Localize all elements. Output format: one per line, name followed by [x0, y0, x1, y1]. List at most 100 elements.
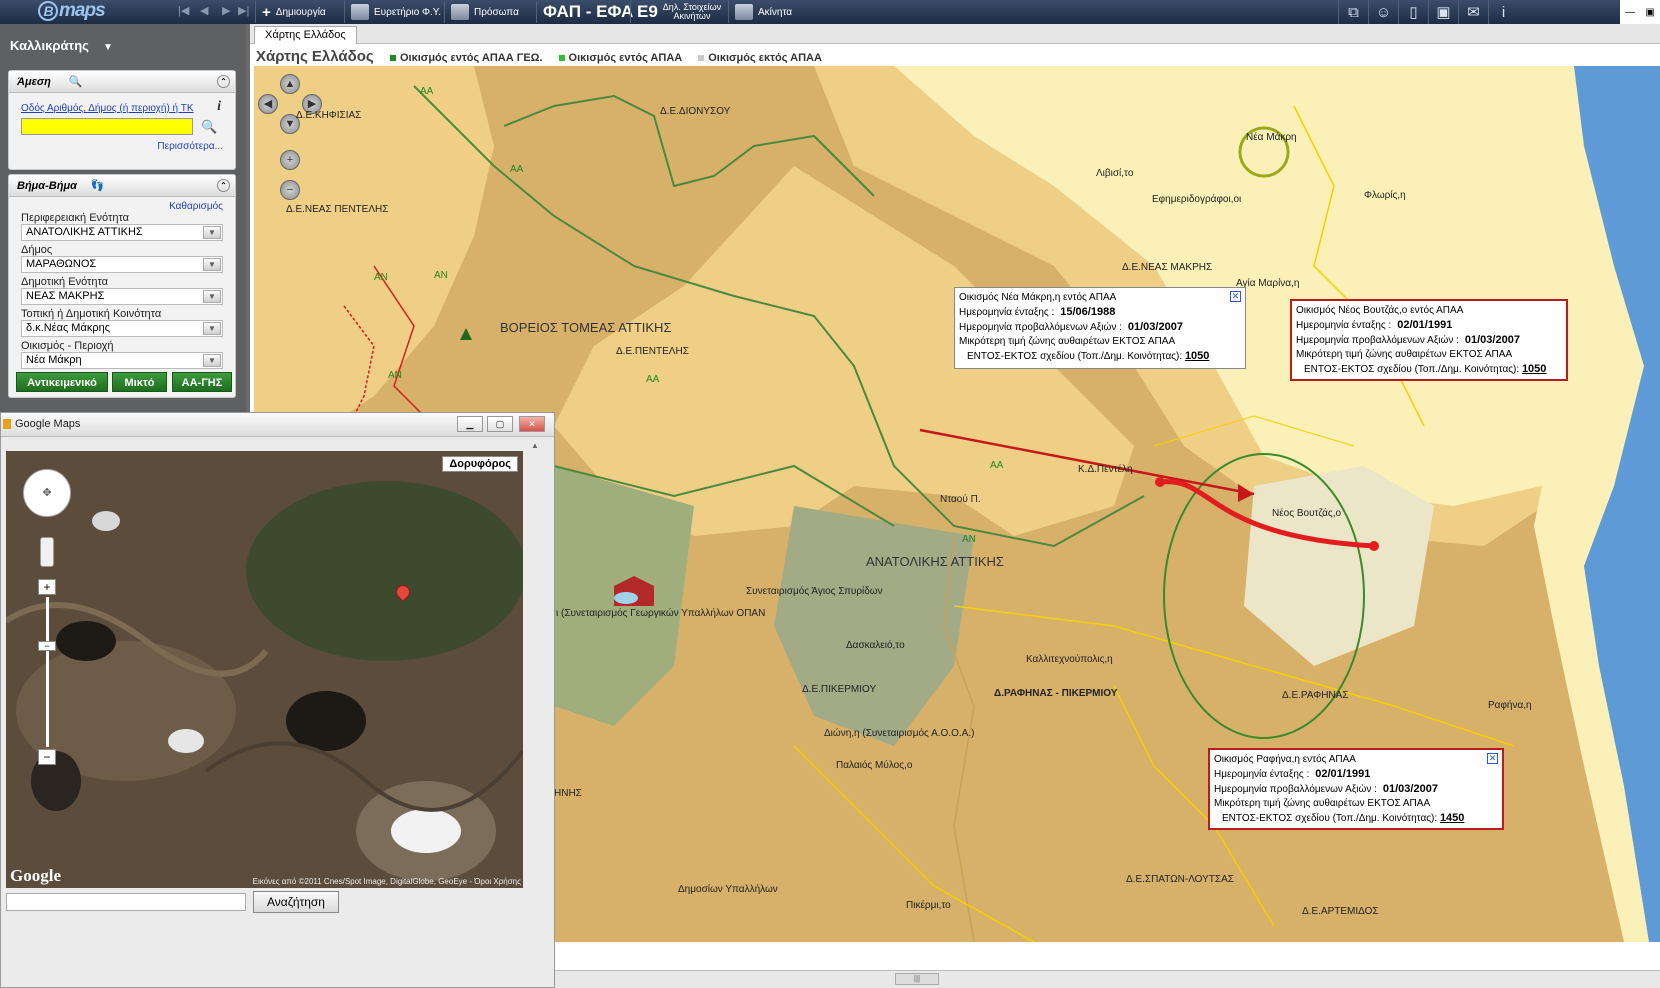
- restore-icon[interactable]: ▣: [1645, 7, 1654, 18]
- person-icon: [451, 4, 469, 20]
- step-title: Βήμα-Βήμα: [17, 180, 77, 192]
- mixed-button[interactable]: Μικτό: [112, 372, 167, 392]
- nav-next-icon[interactable]: ▶: [222, 4, 230, 17]
- close-icon[interactable]: ✕: [1230, 291, 1241, 302]
- region-label: Καλλικράτης: [10, 38, 89, 53]
- street-view-pegman-icon[interactable]: [40, 537, 54, 567]
- satellite-view[interactable]: ✥ + − − Δορυφόρος Google Εικόνες από ©20…: [6, 451, 523, 888]
- settlement-marker[interactable]: ΑΑ: [510, 164, 523, 175]
- pan-left-icon[interactable]: ◀: [258, 94, 278, 114]
- popup-label: ΕΝΤΟΣ-ΕΚΤΟΣ σχεδίου (Τοπ./Δημ. Κοινότητα…: [1222, 813, 1438, 824]
- close-icon[interactable]: ✕: [519, 416, 545, 432]
- settlement-marker[interactable]: ΑΑ: [646, 374, 659, 385]
- settlement-marker[interactable]: ΑΑ: [420, 86, 433, 97]
- scrollbar-thumb[interactable]: |||: [895, 973, 939, 985]
- persons-button[interactable]: Πρόσωπα: [444, 1, 525, 23]
- index-button[interactable]: Ευρετήριο Φ.Υ.: [344, 1, 447, 23]
- field-label: Τοπική ή Δημοτική Κοινότητα: [21, 308, 162, 320]
- more-link[interactable]: Περισσότερα...: [21, 141, 223, 152]
- map-label: Συνεταιρισμός Άγιος Σπυρίδων: [746, 586, 883, 597]
- zoom-slider-thumb[interactable]: −: [38, 641, 56, 651]
- minimize-icon[interactable]: ▁: [457, 416, 483, 432]
- map-tab-row: Χάρτης Ελλάδος: [250, 24, 1660, 44]
- windows-icon[interactable]: ⧉: [1338, 0, 1368, 24]
- direct-search-hint-link[interactable]: Οδός Αριθμός, Δήμος (ή περιοχή) ή ΤΚ: [21, 103, 235, 114]
- popup-price: 1050: [1184, 350, 1210, 362]
- properties-button[interactable]: Ακίνητα: [728, 1, 818, 23]
- aa-gis-button[interactable]: ΑΑ-ΓΗΣ: [172, 372, 232, 392]
- map-label: Δ.Ε.ΡΑΦΗΝΑΣ: [1282, 690, 1349, 701]
- legend-swatch: [698, 55, 705, 62]
- map-title: Χάρτης Ελλάδος: [256, 48, 374, 65]
- popup-value: 02/01/1991: [1315, 768, 1371, 780]
- zoom-in-icon[interactable]: +: [38, 579, 56, 595]
- search-button-icon[interactable]: 🔍: [201, 119, 217, 135]
- map-label: ΗΝΗΣ: [554, 788, 582, 799]
- house-icon: [735, 4, 753, 20]
- popup-label: Ημερομηνία προβαλλόμενων Αξιών :: [1296, 335, 1459, 346]
- scroll-up-icon[interactable]: ▲: [531, 441, 539, 450]
- plus-icon: +: [262, 3, 271, 21]
- nav-prev-icon[interactable]: ◀: [200, 4, 208, 17]
- pan-up-icon[interactable]: ▲: [280, 74, 300, 94]
- monitor-icon[interactable]: ▣: [1428, 0, 1458, 24]
- community-select[interactable]: δ.κ.Νέας Μάκρης ▼: [21, 320, 223, 337]
- pan-control[interactable]: ✥: [23, 469, 71, 517]
- nav-first-icon[interactable]: |◀: [178, 4, 189, 17]
- copyright-text: Εικόνες από ©2011 Cnes/Spot Image, Digit…: [252, 877, 521, 886]
- users-icon[interactable]: ☺: [1368, 0, 1398, 24]
- zoom-in-icon[interactable]: +: [280, 150, 300, 170]
- minimize-icon[interactable]: —: [1625, 7, 1635, 18]
- close-icon[interactable]: ✕: [1487, 753, 1498, 764]
- direct-search-header[interactable]: Άμεση 🔍 ⌃: [9, 71, 235, 93]
- settlement-select[interactable]: Νέα Μάκρη ▼: [21, 352, 223, 369]
- google-search-button[interactable]: Αναζήτηση: [253, 891, 339, 913]
- settlement-marker[interactable]: ΑΝ: [434, 270, 448, 281]
- tab-greece-map[interactable]: Χάρτης Ελλάδος: [254, 26, 357, 44]
- settlement-marker[interactable]: ΑΝ: [388, 370, 402, 381]
- popup-value: 02/01/1991: [1397, 319, 1453, 331]
- popup-value: 01/03/2007: [1382, 783, 1438, 795]
- fap-button[interactable]: ΦΑΠ - ΕΦΑ: [536, 1, 639, 23]
- info-icon[interactable]: i: [217, 99, 221, 115]
- zoom-slider[interactable]: [46, 597, 49, 747]
- e9-button[interactable]: Ε9 Δηλ. Στοιχείων Ακινήτων: [630, 1, 727, 23]
- map-label: Πικέρμι,το: [906, 900, 951, 911]
- map-label: Εφημεριδογράφοι,οι: [1152, 194, 1242, 205]
- settlement-marker[interactable]: ΑΑ: [990, 460, 1003, 471]
- collapse-icon[interactable]: ⌃: [217, 179, 230, 192]
- google-maps-titlebar[interactable]: Google Maps ▁ ▢ ✕: [1, 413, 554, 437]
- maximize-icon[interactable]: ▢: [487, 416, 513, 432]
- info-icon[interactable]: i: [1488, 0, 1518, 24]
- direct-search-panel: Άμεση 🔍 ⌃ Οδός Αριθμός, Δήμος (ή περιοχή) …: [8, 70, 236, 170]
- legend-swatch: [558, 55, 565, 62]
- zoom-out-icon[interactable]: −: [280, 180, 300, 200]
- map-label: Δ.Ε.ΝΕΑΣ ΠΕΝΤΕΛΗΣ: [286, 204, 389, 215]
- satellite-toggle-button[interactable]: Δορυφόρος: [442, 456, 518, 472]
- collapse-icon[interactable]: ⌃: [217, 75, 230, 88]
- municipality-select[interactable]: ΜΑΡΑΘΩΝΟΣ ▼: [21, 256, 223, 273]
- objective-button[interactable]: Αντικειμενικό: [16, 372, 108, 392]
- google-search-input[interactable]: [6, 893, 246, 911]
- google-logo: Google: [10, 866, 61, 885]
- chevron-down-icon: ▼: [203, 290, 221, 303]
- popup-label: Μικρότερη τιμή ζώνης αυθαιρέτων ΕΚΤΟΣ ΑΠ…: [1296, 349, 1513, 360]
- legend-label: Οικισμός εντός ΑΠΑΑ ΓΕΩ.: [400, 52, 543, 64]
- settlement-marker[interactable]: ΑΝ: [962, 534, 976, 545]
- document-icon[interactable]: ▯: [1398, 0, 1428, 24]
- settlement-marker[interactable]: ΑΝ: [374, 272, 388, 283]
- regional-unit-select[interactable]: ΑΝΑΤΟΛΙΚΗΣ ΑΤΤΙΚΗΣ ▼: [21, 224, 223, 241]
- mail-icon[interactable]: ✉: [1458, 0, 1488, 24]
- direct-search-input[interactable]: [21, 118, 193, 135]
- map-label: Δημοσίων Υπαλλήλων: [678, 884, 778, 895]
- nav-last-icon[interactable]: ▶|: [238, 4, 249, 17]
- create-button[interactable]: + Δημιουργία: [255, 1, 332, 23]
- map-label: Νταού Π.: [940, 494, 981, 505]
- horizontal-scrollbar[interactable]: |||: [555, 970, 1660, 988]
- clear-link[interactable]: Καθαρισμός: [9, 201, 223, 212]
- municipal-unit-select[interactable]: ΝΕΑΣ ΜΑΚΡΗΣ ▼: [21, 288, 223, 305]
- region-selector[interactable]: Καλλικράτης ▼: [10, 38, 113, 53]
- zoom-out-icon[interactable]: −: [38, 749, 56, 765]
- step-search-header[interactable]: Βήμα-Βήμα 👣 ⌃: [9, 175, 235, 197]
- popup-label: Μικρότερη τιμή ζώνης αυθαιρέτων ΕΚΤΟΣ ΑΠ…: [959, 336, 1176, 347]
